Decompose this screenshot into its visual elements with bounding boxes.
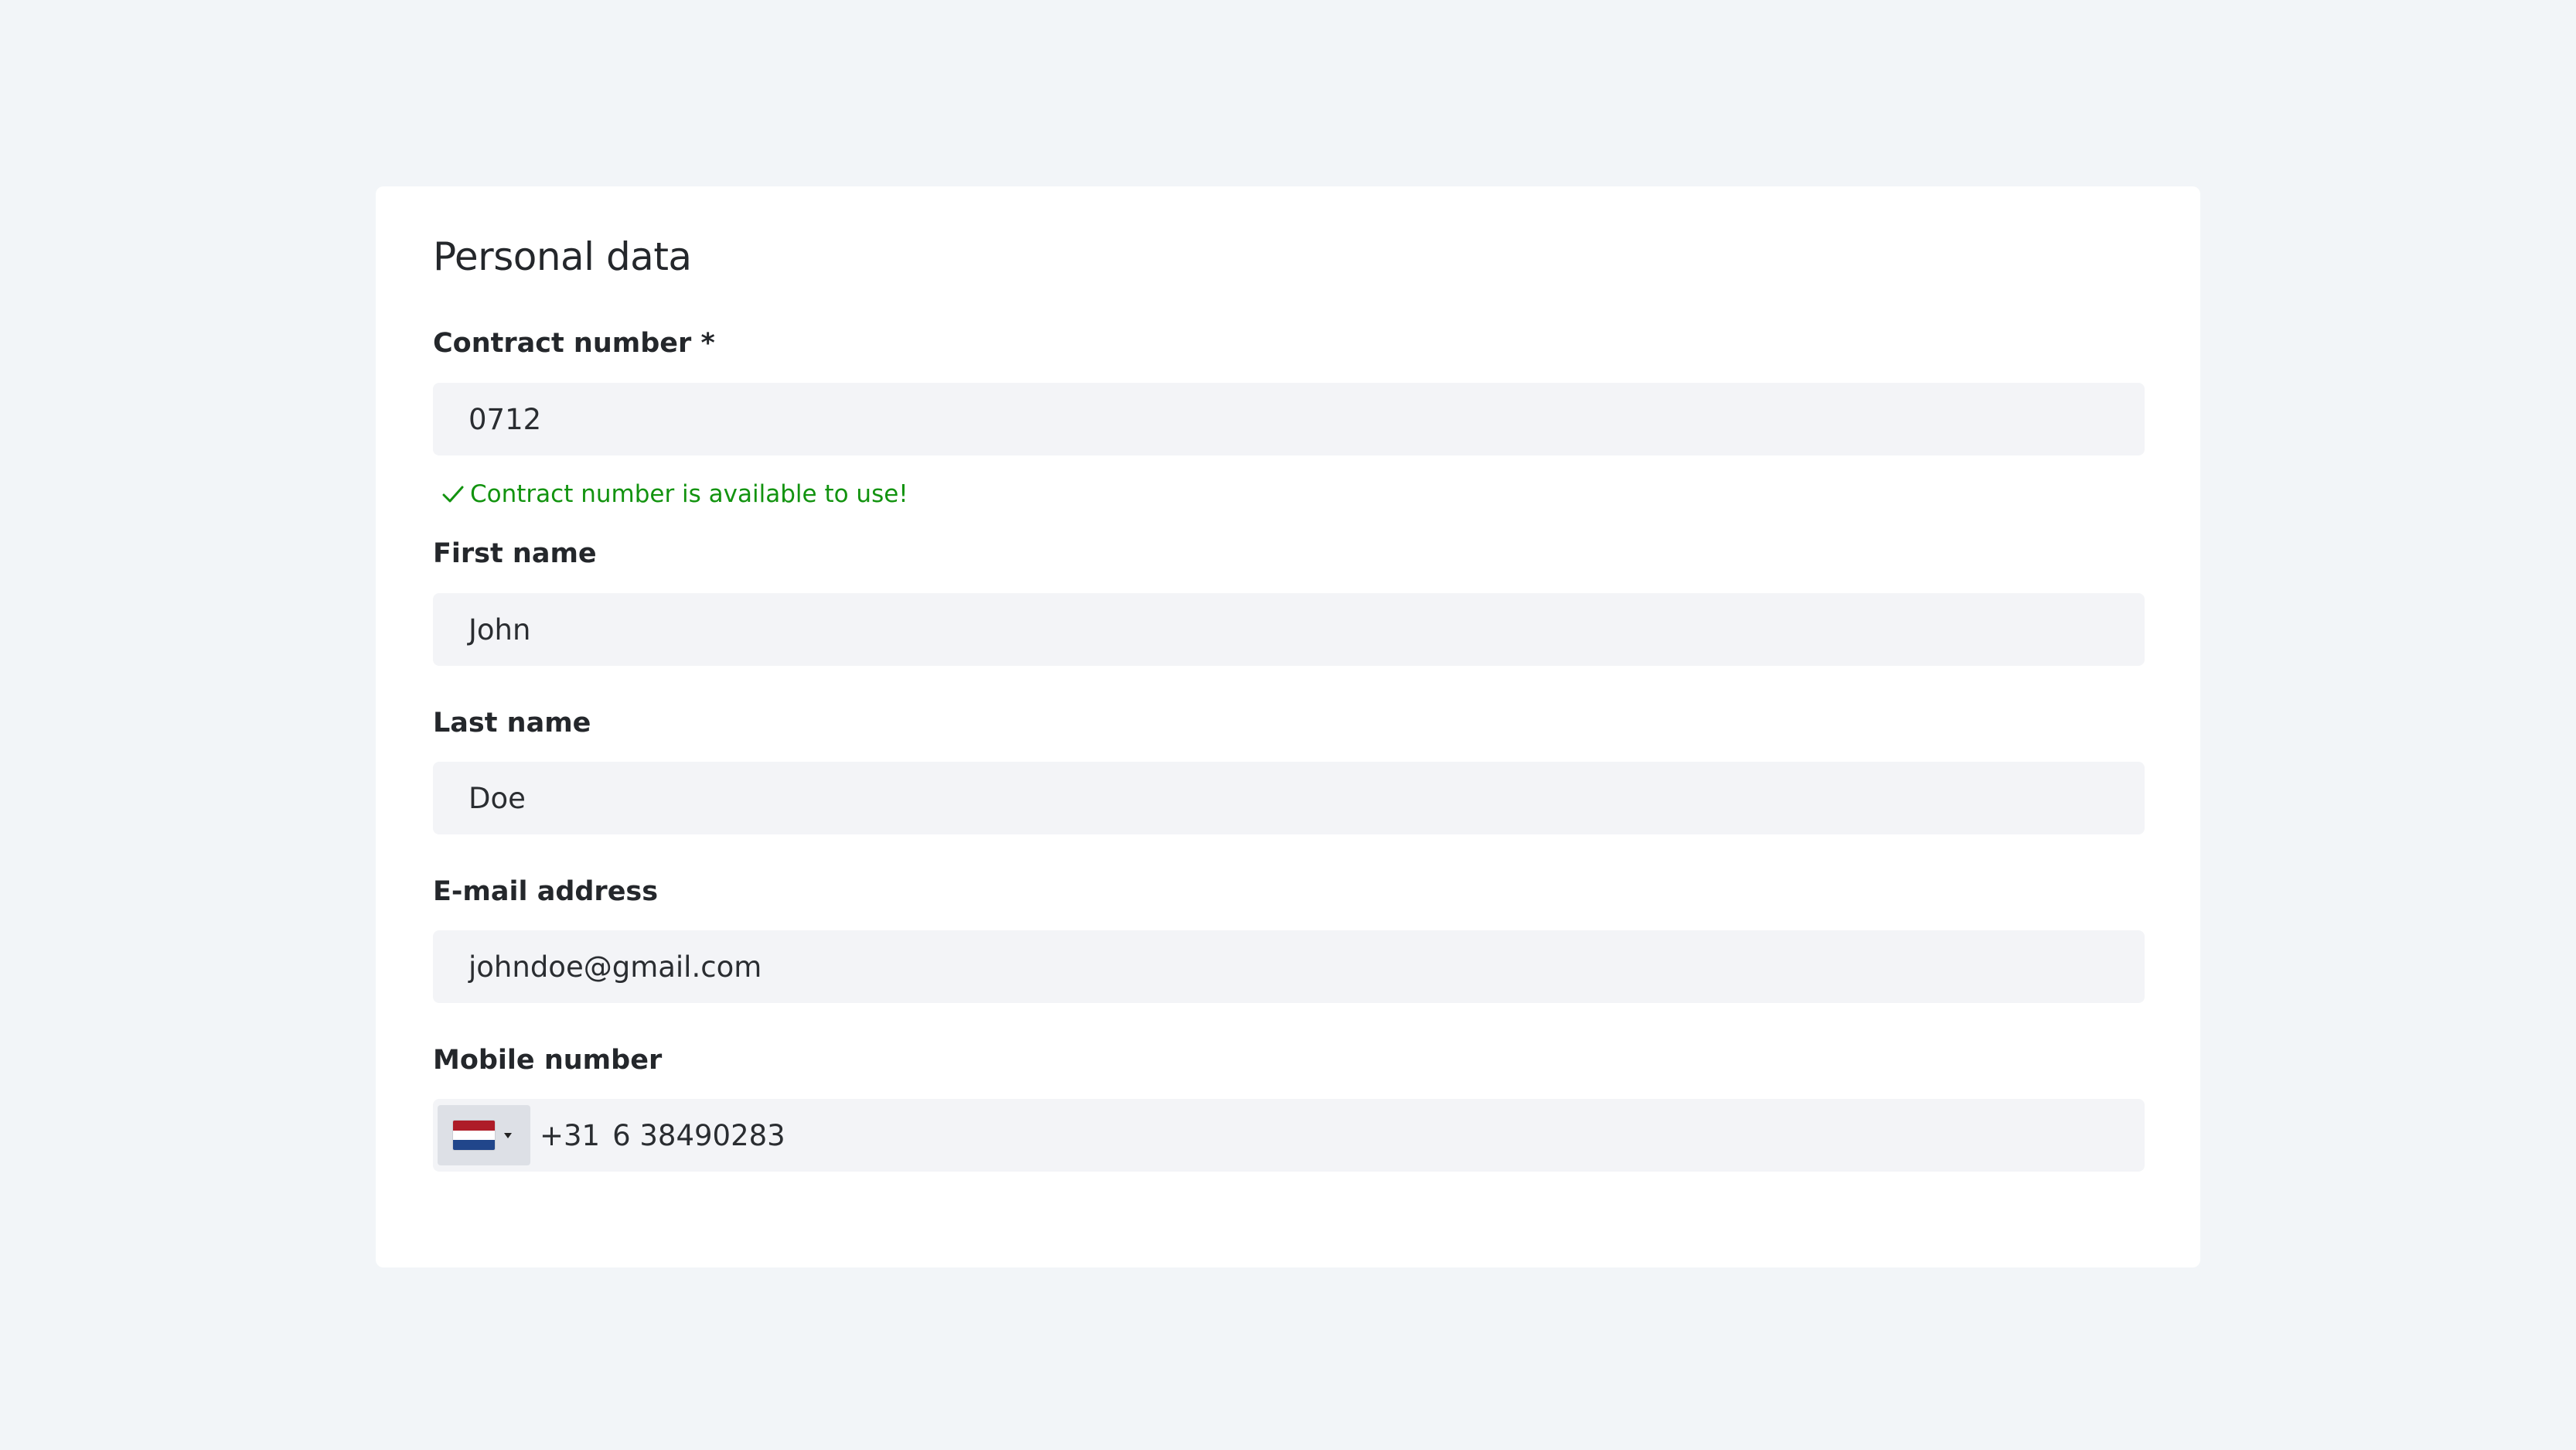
last-name-input[interactable]: Doe xyxy=(433,762,2145,834)
contract-number-input[interactable]: 0712 xyxy=(433,383,2145,455)
email-value: johndoe@gmail.com xyxy=(469,950,762,984)
contract-number-status: Contract number is available to use! xyxy=(441,480,908,508)
contract-number-value: 0712 xyxy=(469,402,542,436)
contract-number-status-text: Contract number is available to use! xyxy=(470,480,908,508)
card-title: Personal data xyxy=(433,234,692,279)
first-name-value: John xyxy=(469,612,531,647)
check-icon xyxy=(442,486,464,503)
last-name-label: Last name xyxy=(433,708,591,739)
first-name-input[interactable]: John xyxy=(433,593,2145,666)
netherlands-flag-icon xyxy=(453,1121,495,1150)
contract-number-label: Contract number * xyxy=(433,328,715,359)
dial-code: +31 xyxy=(540,1118,601,1152)
first-name-label: First name xyxy=(433,538,597,569)
mobile-number-label: Mobile number xyxy=(433,1045,663,1076)
personal-data-card: Personal data Contract number * 0712 Con… xyxy=(376,186,2200,1267)
last-name-value: Doe xyxy=(469,781,526,815)
email-input[interactable]: johndoe@gmail.com xyxy=(433,930,2145,1003)
mobile-number-value: 6 38490283 xyxy=(612,1118,785,1152)
email-label: E-mail address xyxy=(433,876,659,907)
mobile-number-input[interactable]: +31 6 38490283 xyxy=(433,1099,2145,1172)
chevron-down-icon xyxy=(504,1132,512,1138)
country-selector[interactable] xyxy=(438,1105,530,1165)
